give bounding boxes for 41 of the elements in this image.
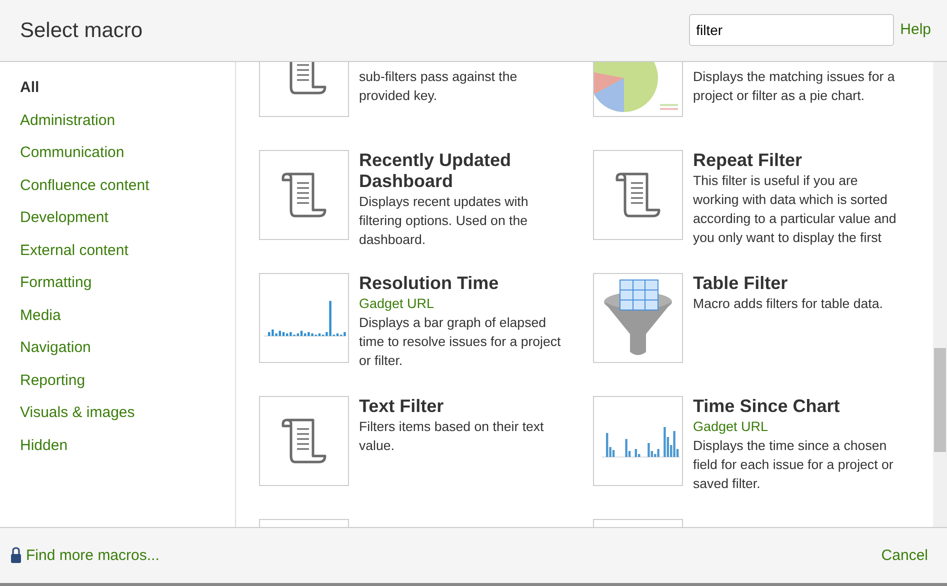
help-link[interactable]: Help [900, 21, 931, 38]
macro-description: Displays a bar graph of elapsed time to resolve issues for a project or filter. [359, 314, 562, 370]
category-item[interactable]: Visuals & images [20, 403, 135, 423]
category-item[interactable]: Hidden [20, 436, 68, 456]
category-item[interactable]: External content [20, 240, 128, 260]
macro-description: sub-filters pass against the provided key. [359, 68, 518, 105]
category-item[interactable]: All [20, 78, 40, 98]
macro-description: This filter is useful if you are working with data which is sorted according to a particular value and you only want to display the first [693, 172, 898, 247]
macro-title[interactable]: Table Filter [693, 273, 899, 294]
macro-description: Displays the time since a chosen field for each issue for a project or saved filter. [693, 437, 894, 493]
funnel-icon[interactable] [593, 273, 683, 363]
find-more-macros-link[interactable]: Find more macros... [26, 547, 160, 564]
category-item[interactable]: Communication [20, 143, 124, 163]
macro-description: Filters items based on their text value. [359, 418, 545, 455]
macro-title[interactable]: Text Filter [359, 396, 565, 417]
macro-subtitle: Gadget URL [693, 418, 770, 436]
macro-title[interactable]: Time Since Chart [693, 396, 899, 417]
category-item[interactable]: Development [20, 208, 108, 228]
category-item[interactable]: Navigation [20, 338, 91, 358]
category-item[interactable]: Administration [20, 110, 116, 130]
macro-description: Displays recent updates with filtering options. Used on the dashboard. [359, 193, 530, 249]
macro-description: Macro adds filters for table data. [693, 295, 884, 313]
macro-description: Displays the matching issues for a project or filter as a pie chart. [693, 68, 896, 105]
category-item[interactable]: Formatting [20, 273, 92, 293]
bar-chart-thumbnail[interactable] [259, 273, 349, 363]
scroll-icon[interactable] [259, 150, 349, 240]
macro-subtitle: Gadget URL [359, 295, 436, 313]
category-item[interactable]: Confluence content [20, 176, 150, 196]
scrollbar[interactable] [933, 62, 947, 527]
cancel-link[interactable]: Cancel [881, 547, 928, 564]
category-item[interactable]: Media [20, 306, 61, 326]
search-field[interactable]: filter [689, 14, 894, 46]
scroll-icon[interactable] [259, 396, 349, 486]
macro-title[interactable]: Repeat Filter [693, 150, 899, 171]
macro-title[interactable]: Recently Updated Dashboard [359, 150, 565, 192]
dialog-title: Select macro [20, 18, 144, 42]
category-item[interactable]: Reporting [20, 370, 86, 390]
macro-title[interactable]: Resolution Time [359, 273, 565, 294]
bar-chart-thumbnail[interactable] [593, 396, 683, 486]
padlock-icon [10, 547, 22, 564]
scroll-icon[interactable] [593, 150, 683, 240]
